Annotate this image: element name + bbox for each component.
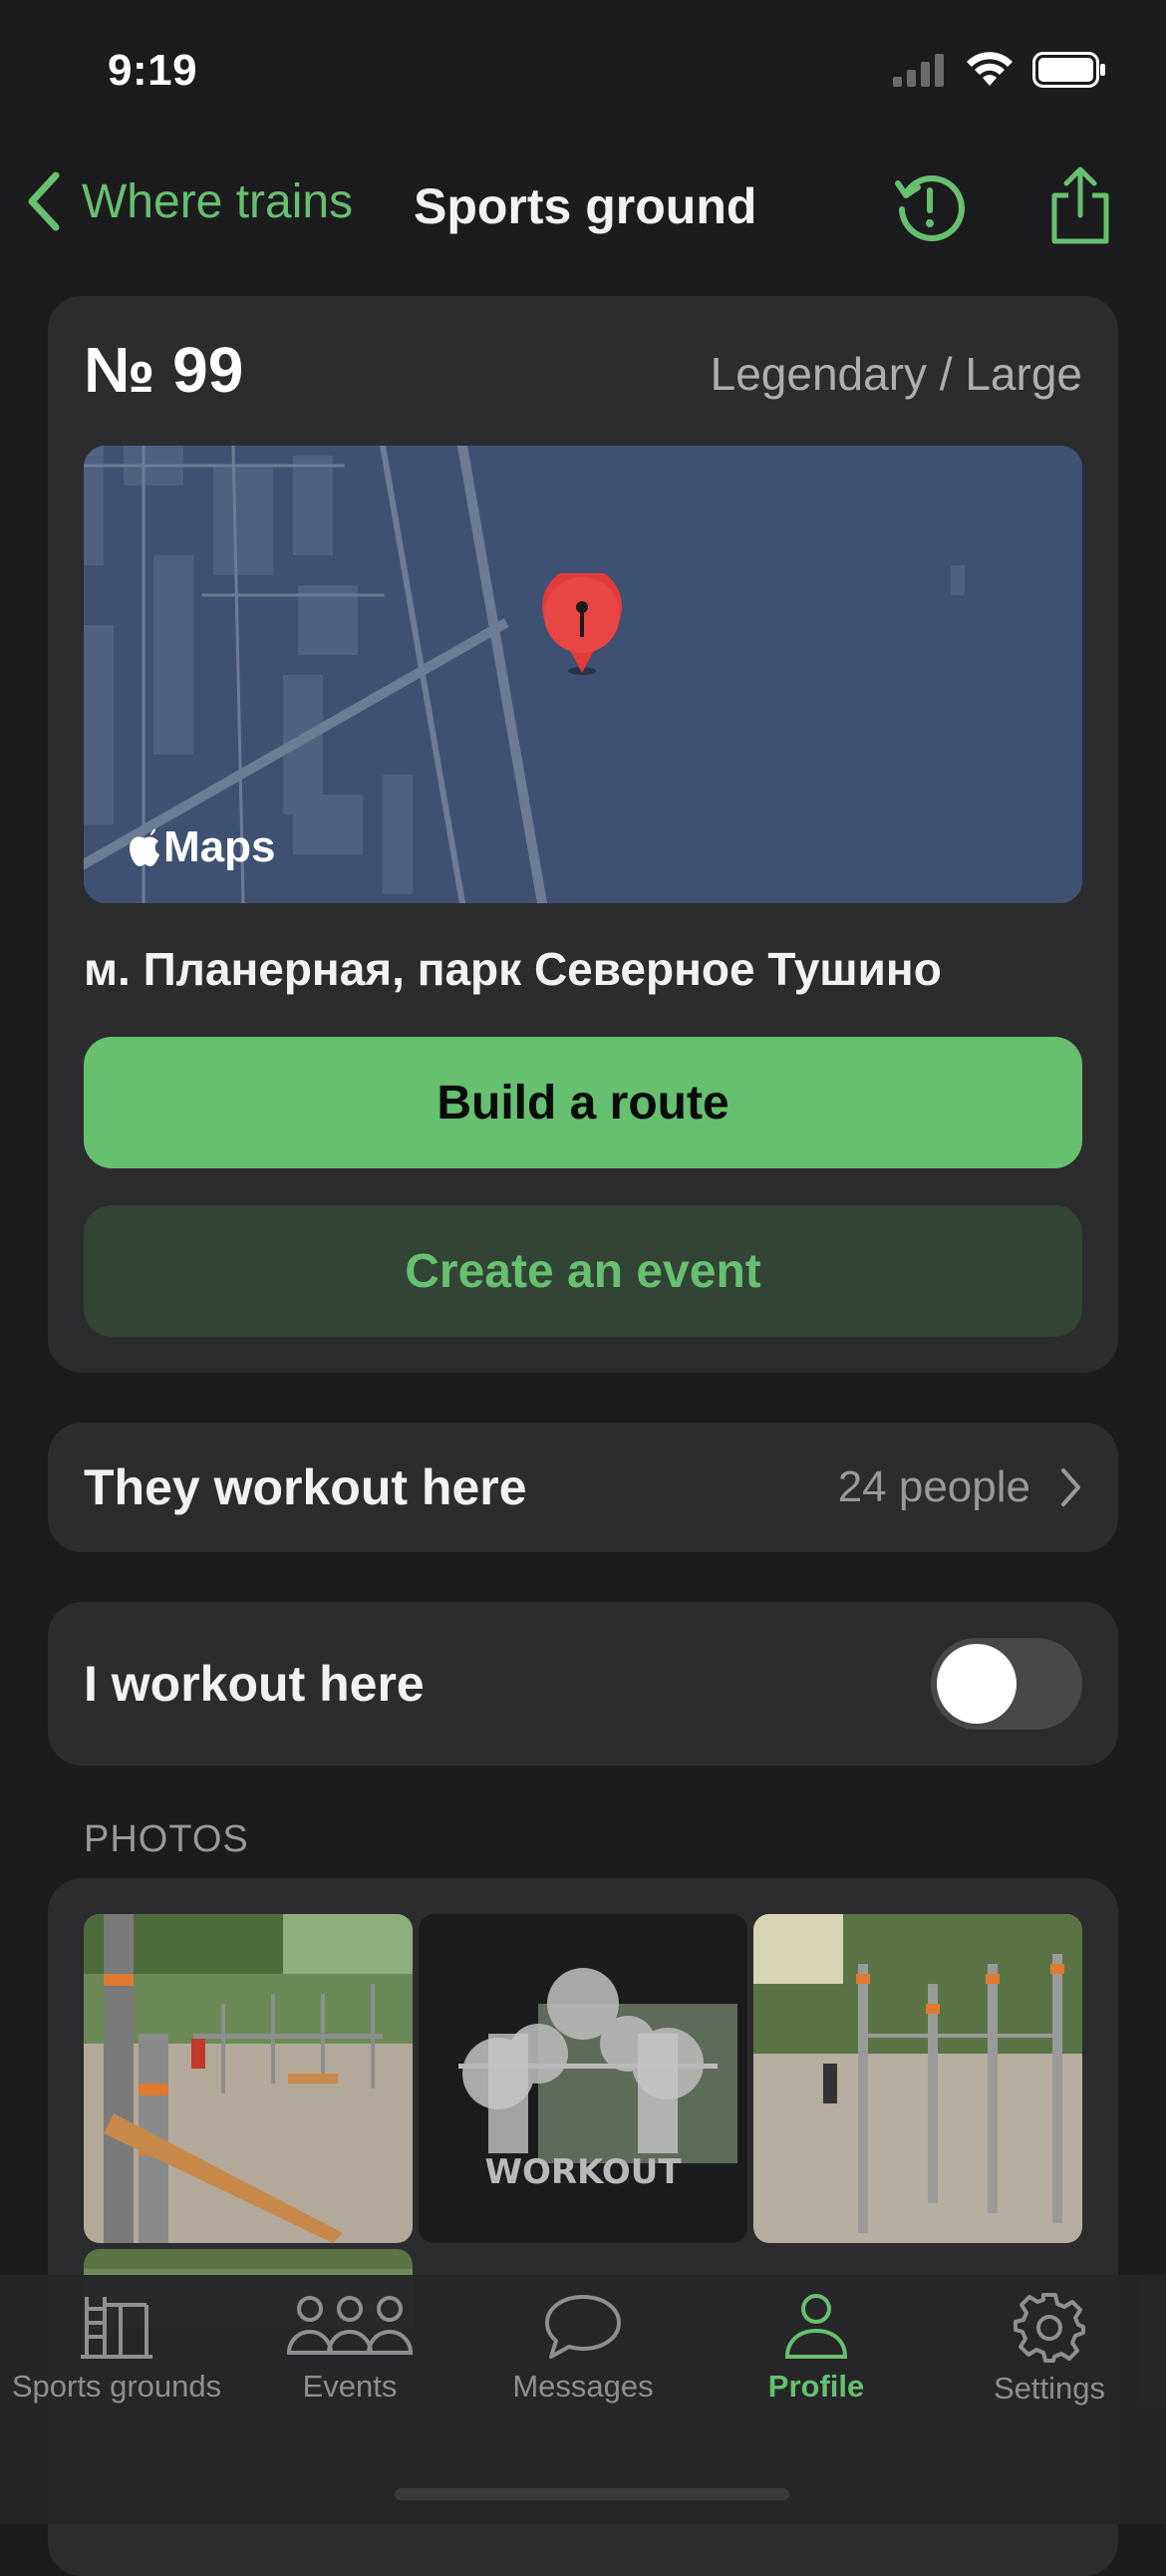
chevron-right-icon (1061, 1468, 1080, 1506)
park-photo-image (753, 1914, 1082, 2243)
battery-icon (1032, 52, 1105, 88)
tab-label: Settings (993, 2371, 1105, 2406)
tab-label: Profile (767, 2369, 865, 2404)
share-button[interactable] (1046, 165, 1114, 250)
report-button[interactable] (892, 169, 968, 250)
status-time: 9:19 (108, 46, 198, 95)
share-icon (1051, 166, 1109, 244)
photo-thumbnail[interactable] (753, 1914, 1082, 2243)
i-workout-here-row: I workout here (48, 1602, 1118, 1766)
map-view[interactable]: Maps (84, 446, 1082, 903)
workout-people-row[interactable]: They workout here 24 people (48, 1423, 1118, 1552)
page-title: Sports ground (414, 178, 757, 234)
ladder-icon (81, 2297, 152, 2359)
ground-address: м. Планерная, парк Северное Тушино (84, 943, 942, 995)
location-pin-icon[interactable] (536, 573, 628, 677)
tab-sports-grounds[interactable]: Sports grounds (0, 2291, 233, 2405)
toggle-knob (937, 1644, 1017, 1724)
ground-grade: Legendary / Large (710, 348, 1082, 400)
person-icon (784, 2294, 848, 2359)
i-workout-here-toggle[interactable] (931, 1638, 1082, 1730)
tab-label: Events (302, 2369, 398, 2404)
build-route-button[interactable]: Build a route (84, 1037, 1082, 1168)
photo-thumbnail[interactable] (84, 1914, 413, 2243)
workout-people-count-group: 24 people (838, 1462, 1082, 1512)
workout-logo-text: WORKOUT (484, 2152, 682, 2192)
home-indicator[interactable] (395, 2488, 789, 2500)
tab-label: Messages (512, 2369, 654, 2404)
status-icons (893, 52, 1106, 88)
back-button[interactable]: Where trains (24, 171, 353, 231)
gear-icon (1014, 2293, 1085, 2363)
back-label: Where trains (82, 174, 354, 228)
workout-logo-image: WORKOUT (419, 1914, 747, 2243)
park-photo-image (84, 1914, 413, 2243)
tab-settings[interactable]: Settings (933, 2291, 1166, 2407)
tab-label: Sports grounds (11, 2369, 222, 2404)
apple-logo-icon (130, 828, 159, 866)
tab-messages[interactable]: Messages (466, 2291, 700, 2405)
workout-people-count: 24 people (837, 1462, 1030, 1511)
people-icon (286, 2296, 414, 2355)
tab-events[interactable]: Events (233, 2291, 466, 2405)
create-event-button[interactable]: Create an event (84, 1205, 1082, 1337)
i-workout-here-label: I workout here (84, 1656, 425, 1712)
chat-bubble-icon (545, 2295, 621, 2359)
tab-profile[interactable]: Profile (700, 2291, 933, 2405)
cellular-signal-icon (893, 54, 944, 87)
wifi-icon (967, 52, 1013, 86)
report-icon (895, 175, 965, 241)
maps-label: Maps (163, 822, 276, 871)
photos-section-header: PHOTOS (84, 1818, 249, 1860)
maps-attribution[interactable]: Maps (128, 822, 275, 872)
workout-people-label: They workout here (84, 1459, 527, 1515)
photo-thumbnail-placeholder[interactable]: WORKOUT (419, 1914, 747, 2243)
ground-number: № 99 (84, 334, 244, 406)
chevron-left-icon (28, 171, 60, 231)
